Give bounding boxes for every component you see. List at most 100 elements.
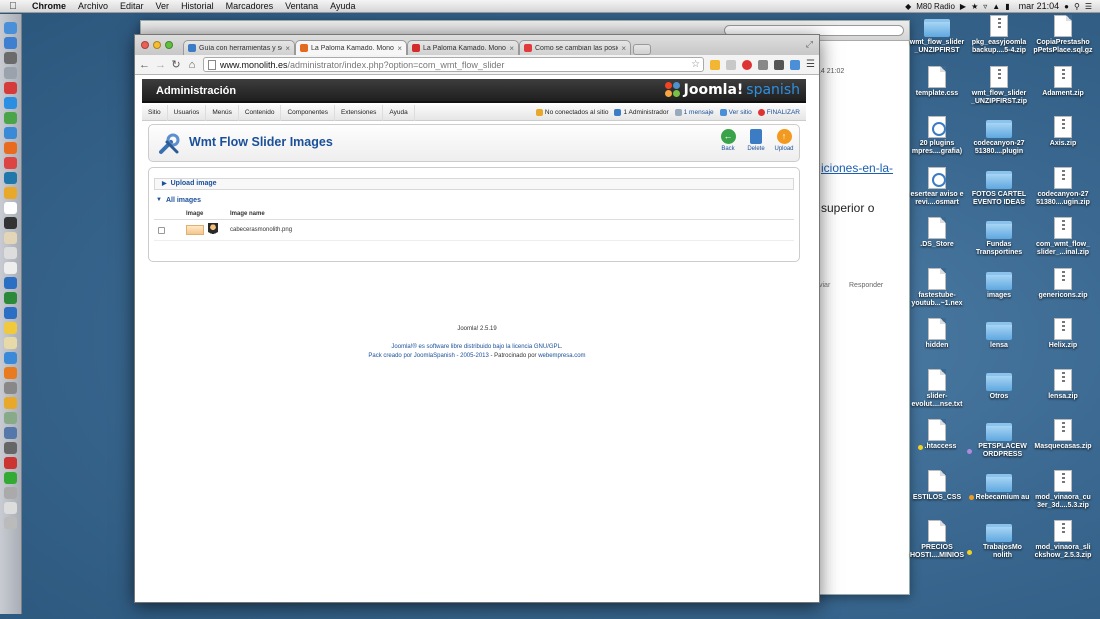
admin-menu-componentes[interactable]: Componentes	[281, 104, 335, 121]
finder-icon[interactable]	[4, 22, 17, 34]
menu-editar[interactable]: Editar	[114, 1, 150, 11]
wifi-icon[interactable]: ▿	[983, 2, 987, 11]
admin-menu-menus[interactable]: Menús	[206, 104, 239, 121]
desktop-icon[interactable]: PETSPLACEW ORDPRESS	[967, 419, 1031, 459]
desktop-icon[interactable]: template.css	[905, 65, 969, 98]
desktop-icon[interactable]: FOTOS CARTEL EVENTO IDEAS	[967, 167, 1031, 207]
textedit-icon[interactable]	[4, 262, 17, 274]
desktop-icon[interactable]: .DS_Store	[905, 217, 969, 249]
app-icon-o[interactable]	[4, 442, 17, 454]
chrome-icon[interactable]	[4, 112, 17, 124]
pocket-icon[interactable]	[774, 59, 785, 70]
browser-tab[interactable]: Guía con herramientas y se ×	[183, 40, 295, 55]
system-preferences-icon[interactable]	[4, 67, 17, 79]
desktop-icon[interactable]: mod_vinaora_sli ckshow_2.5.3.zip	[1031, 520, 1095, 560]
background-forward[interactable]: viar	[819, 282, 830, 289]
desktop-icon[interactable]: Adament.zip	[1031, 65, 1095, 98]
clock[interactable]: mar 21:04	[1015, 1, 1060, 11]
desktop-icon[interactable]: TrabajosMo nolith	[967, 520, 1031, 560]
dashboard-icon[interactable]	[4, 52, 17, 64]
reload-icon[interactable]: ↻	[171, 58, 181, 71]
app-icon-b[interactable]	[4, 172, 17, 184]
admin-menu-sitio[interactable]: Sitio	[142, 104, 168, 121]
app-icon-j[interactable]	[4, 367, 17, 379]
view-site-link[interactable]: Ver sitio	[729, 109, 752, 116]
background-link[interactable]: iciones-en-la-	[821, 161, 893, 175]
extension-icon-3[interactable]	[758, 59, 769, 70]
menu-ventana[interactable]: Ventana	[279, 1, 324, 11]
admin-menu-extensiones[interactable]: Extensiones	[335, 104, 384, 121]
app-icon-l[interactable]	[4, 397, 17, 409]
desktop-icon[interactable]: codecanyon-27 51380....plugin	[967, 116, 1031, 156]
desktop-icon[interactable]: Helix.zip	[1031, 318, 1095, 350]
desktop-icon[interactable]: wmt_flow_slider _UNZIPFIRST.zip	[967, 65, 1031, 106]
calendar-icon[interactable]	[4, 82, 17, 94]
desktop-icon[interactable]: wmt_flow_slider _UNZIPFIRST	[905, 15, 969, 55]
desktop-icon[interactable]: fastestube- youtub...~1.nex	[905, 267, 969, 308]
browser-tab[interactable]: Como se cambian las posic ×	[519, 40, 631, 55]
app-icon-h[interactable]	[4, 337, 17, 349]
address-bar[interactable]: www.monolith.es/administrator/index.php?…	[203, 57, 705, 72]
desktop-icon[interactable]: Masquecasas.zip	[1031, 419, 1095, 451]
mail-icon[interactable]	[4, 97, 17, 109]
app-icon-p[interactable]	[4, 457, 17, 469]
chrome-menu-icon[interactable]: ☰	[806, 59, 815, 70]
menu-app-name[interactable]: Chrome	[26, 1, 72, 11]
forward-arrow-icon[interactable]: →	[155, 59, 166, 71]
desktop-icon[interactable]: slider- evolut....nse.txt	[905, 368, 969, 409]
app-icon-d[interactable]	[4, 202, 17, 214]
radio-label[interactable]: M80 Radio	[916, 2, 955, 11]
battery-icon[interactable]: ▮	[1005, 2, 1009, 11]
desktop-icon[interactable]: Fundas Transportines	[967, 217, 1031, 257]
desktop-icon[interactable]: Rebecamium au	[967, 470, 1031, 502]
extension-icon-2[interactable]	[726, 59, 737, 70]
admin-menu-usuarios[interactable]: Usuarios	[168, 104, 207, 121]
desktop-icon[interactable]: CopiaPrestasho pPetsPlace.sql.gz	[1031, 15, 1095, 55]
admin-menu-contenido[interactable]: Contenido	[239, 104, 282, 121]
back-button[interactable]: ← Back	[717, 129, 739, 152]
status-messages[interactable]: 1 mensaje	[684, 109, 714, 116]
app-icon-c[interactable]	[4, 187, 17, 199]
desktop-icon[interactable]: pkg_easyjoomla backup....5-4.zip	[967, 15, 1031, 55]
logout-link[interactable]: FINALIZAR	[767, 109, 800, 116]
volume-icon[interactable]: ▲	[992, 2, 1000, 11]
airplay-icon[interactable]: ▶	[960, 2, 966, 11]
desktop-icon[interactable]: genericons.zip	[1031, 267, 1095, 300]
tab-close-icon[interactable]: ×	[397, 44, 402, 53]
all-images-toggle[interactable]: ▼ All images	[154, 197, 794, 204]
desktop-icon[interactable]: hidden	[905, 318, 969, 350]
new-tab-button[interactable]	[633, 44, 651, 55]
extension-icon-1[interactable]	[710, 59, 721, 70]
upload-image-toggle[interactable]: ▶ Upload image	[162, 180, 217, 187]
calendar-date-icon[interactable]	[4, 247, 17, 259]
back-arrow-icon[interactable]: ←	[139, 59, 150, 71]
app-icon-r[interactable]	[4, 487, 17, 499]
app-icon-m[interactable]	[4, 412, 17, 424]
sponsor-link[interactable]: webempresa.com	[538, 353, 585, 359]
app-icon-q[interactable]	[4, 472, 17, 484]
app-icon-f[interactable]	[4, 307, 17, 319]
app-icon-n[interactable]	[4, 427, 17, 439]
desktop-icon[interactable]: PRECIOS HOSTI....MINIOS	[905, 520, 969, 560]
close-window-button[interactable]	[141, 41, 149, 49]
notes-icon[interactable]	[4, 232, 17, 244]
menu-archivo[interactable]: Archivo	[72, 1, 114, 11]
menu-ayuda[interactable]: Ayuda	[324, 1, 361, 11]
bookmark-star-icon[interactable]: ☆	[691, 59, 700, 70]
menu-marcadores[interactable]: Marcadores	[220, 1, 280, 11]
desktop-icon[interactable]: codecanyon-27 51380....ugin.zip	[1031, 166, 1095, 207]
extension-icon-4[interactable]	[790, 59, 801, 70]
launchpad-icon[interactable]	[4, 37, 17, 49]
downloads-icon[interactable]	[4, 502, 17, 514]
app-icon-e[interactable]	[4, 217, 17, 229]
desktop-icon[interactable]: com_wmt_flow_ slider_...inal.zip	[1031, 217, 1095, 257]
tab-close-icon[interactable]: ×	[509, 44, 514, 53]
home-icon[interactable]: ⌂	[187, 59, 197, 71]
app-icon-k[interactable]	[4, 382, 17, 394]
dropbox-icon[interactable]: ◆	[905, 2, 911, 11]
trash-icon[interactable]	[4, 517, 17, 529]
user-icon[interactable]: ●	[1064, 2, 1069, 11]
desktop-icon[interactable]: .htaccess	[905, 419, 969, 451]
app-icon-a[interactable]	[4, 157, 17, 169]
desktop-icon[interactable]: ESTILOS_CSS	[905, 469, 969, 502]
